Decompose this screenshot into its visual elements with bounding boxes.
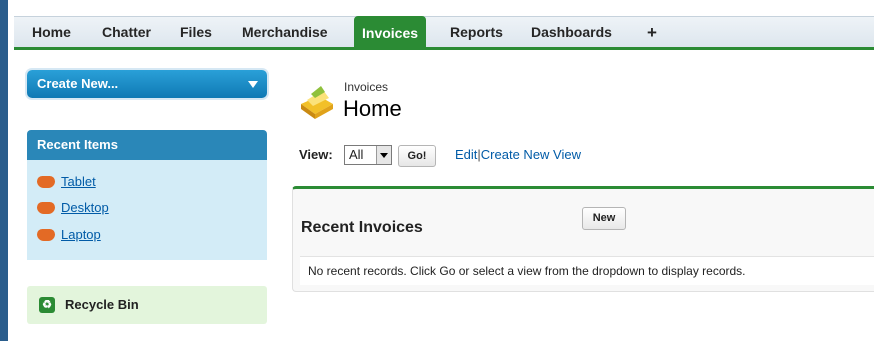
tab-invoices[interactable]: Invoices bbox=[354, 16, 427, 49]
view-links: Edit|Create New View bbox=[455, 147, 581, 162]
invoices-icon bbox=[301, 86, 333, 119]
create-new-button[interactable]: Create New... bbox=[27, 70, 267, 98]
recent-invoices-panel: Recent Invoices New No recent records. C… bbox=[292, 186, 874, 292]
left-edge-bar bbox=[0, 0, 8, 341]
recent-items-header: Recent Items bbox=[27, 130, 267, 160]
recycle-bin-label: Recycle Bin bbox=[65, 297, 139, 312]
recycle-bin-icon: ♻ bbox=[39, 297, 55, 313]
recent-items-list: Tablet Desktop Laptop bbox=[27, 160, 267, 260]
empty-records-message: No recent records. Click Go or select a … bbox=[300, 256, 874, 285]
tab-reports[interactable]: Reports bbox=[442, 17, 511, 48]
heart-icon bbox=[37, 228, 55, 241]
recent-item-link[interactable]: Desktop bbox=[61, 200, 109, 215]
go-button[interactable]: Go! bbox=[398, 145, 436, 167]
page-title: Home bbox=[343, 96, 402, 121]
new-invoice-button[interactable]: New bbox=[582, 207, 626, 230]
recent-item-link[interactable]: Tablet bbox=[61, 174, 96, 189]
view-select-value: All bbox=[349, 147, 364, 162]
view-select[interactable]: All bbox=[344, 145, 392, 165]
recent-item-desktop: Desktop bbox=[37, 198, 109, 218]
tab-bar: Home Chatter Files Merchandise Invoices … bbox=[14, 16, 874, 50]
heart-icon bbox=[37, 201, 55, 214]
tab-merchandise[interactable]: Merchandise bbox=[234, 17, 336, 48]
recent-item-link[interactable]: Laptop bbox=[61, 227, 101, 242]
heart-icon bbox=[37, 175, 55, 188]
tab-dashboards[interactable]: Dashboards bbox=[523, 17, 620, 48]
recent-item-laptop: Laptop bbox=[37, 225, 101, 245]
recycle-bin-link[interactable]: ♻ Recycle Bin bbox=[27, 286, 267, 324]
recent-item-tablet: Tablet bbox=[37, 172, 96, 192]
tab-chatter[interactable]: Chatter bbox=[94, 17, 159, 48]
create-new-label: Create New... bbox=[37, 76, 119, 91]
tab-files[interactable]: Files bbox=[172, 17, 220, 48]
object-type-label: Invoices bbox=[344, 80, 389, 94]
add-tab-icon[interactable]: + bbox=[639, 17, 665, 48]
edit-view-link[interactable]: Edit bbox=[455, 147, 477, 162]
tab-home[interactable]: Home bbox=[24, 17, 79, 48]
chevron-down-icon bbox=[248, 81, 258, 88]
dropdown-arrow-icon bbox=[376, 146, 391, 164]
panel-title: Recent Invoices bbox=[301, 219, 423, 236]
create-new-view-link[interactable]: Create New View bbox=[481, 147, 581, 162]
view-label: View: bbox=[299, 147, 333, 162]
